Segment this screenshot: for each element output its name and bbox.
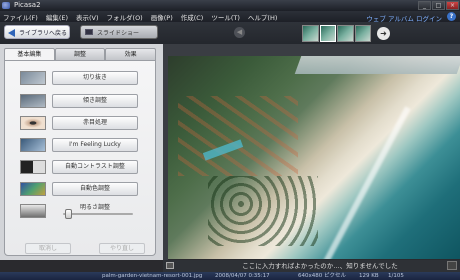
status-dimensions: 640x480 ピクセル: [298, 273, 346, 279]
edit-tabs: 基本編集 調整 効果: [4, 48, 157, 60]
crop-button[interactable]: 切り抜き: [52, 71, 138, 85]
photo-palm-trees: [208, 176, 318, 246]
menu-file[interactable]: ファイル(F): [3, 12, 38, 22]
status-filesize: 129 KB: [359, 273, 379, 279]
feeling-lucky-button[interactable]: I'm Feeling Lucky: [52, 138, 138, 152]
caption-icon: [166, 262, 174, 269]
auto-color-button[interactable]: 自動色調整: [52, 182, 138, 196]
filmstrip-thumbnail[interactable]: [337, 25, 354, 42]
auto-color-row: 自動色調整: [5, 180, 157, 198]
menu-folder[interactable]: フォルダ(O): [107, 12, 143, 22]
caption-text[interactable]: ここに入力すればよかったのか…、知りませんでした: [200, 262, 440, 270]
tab-effects[interactable]: 効果: [105, 48, 157, 60]
basic-fixes-panel: 切り抜き 傾き調整 赤目処理 I'm Feeling Lucky 自動コントラス…: [4, 60, 156, 256]
help-icon[interactable]: ?: [447, 12, 456, 21]
color-icon: [20, 182, 46, 196]
photo-resort-roofs: [178, 96, 298, 176]
menu-bar: ファイル(F) 編集(E) 表示(V) フォルダ(O) 画像(P) 作成(C) …: [0, 11, 460, 23]
fill-light-slider-track[interactable]: [63, 213, 133, 215]
redeye-button[interactable]: 赤目処理: [52, 116, 138, 130]
menu-tools[interactable]: ツール(T): [211, 12, 240, 22]
auto-contrast-row: 自動コントラスト調整: [5, 158, 157, 176]
crop-icon: [20, 71, 46, 85]
menu-edit[interactable]: 編集(E): [46, 12, 68, 22]
undo-button[interactable]: 取消し: [25, 243, 71, 254]
back-to-library-label: ライブラリへ戻る: [19, 29, 68, 37]
arrow-left-icon: [8, 29, 15, 37]
straighten-row: 傾き調整: [5, 92, 157, 110]
slideshow-button[interactable]: スライドショー: [80, 25, 158, 39]
status-date: 2008/04/07 0:35:17: [215, 273, 270, 279]
status-bar: palm-garden-vietnam-resort-001.jpg 2008/…: [0, 272, 460, 280]
status-filename: palm-garden-vietnam-resort-001.jpg: [102, 273, 203, 279]
straighten-icon: [20, 94, 46, 108]
close-button[interactable]: ×: [446, 1, 459, 10]
filmstrip-thumbnail[interactable]: [354, 25, 371, 42]
slideshow-label: スライドショー: [97, 29, 140, 37]
photo-sky-detail: [294, 56, 460, 74]
window-controls: _ □ ×: [418, 1, 459, 10]
straighten-button[interactable]: 傾き調整: [52, 94, 138, 108]
filmstrip-thumbnail-selected[interactable]: [319, 25, 336, 42]
minimize-button[interactable]: _: [418, 1, 431, 10]
filmstrip-thumbnail[interactable]: [302, 25, 319, 42]
lucky-row: I'm Feeling Lucky: [5, 136, 157, 154]
redo-button[interactable]: やり直し: [99, 243, 145, 254]
fill-light-slider-thumb[interactable]: [64, 209, 72, 219]
lucky-icon: [20, 138, 46, 152]
window-title: Picasa2: [14, 1, 41, 9]
caption-close-icon[interactable]: [447, 261, 457, 270]
photo-top-margin: [168, 44, 460, 56]
menu-create[interactable]: 作成(C): [181, 12, 204, 22]
photo-view[interactable]: [168, 56, 460, 259]
tab-basic-fixes[interactable]: 基本編集: [4, 48, 55, 60]
filmstrip: [302, 25, 371, 42]
title-bar: Picasa2 _ □ ×: [0, 0, 460, 11]
fill-light-icon: [20, 204, 46, 218]
contrast-icon: [20, 160, 46, 174]
eye-icon: [20, 116, 46, 130]
photo-surf-line: [311, 106, 411, 259]
auto-contrast-button[interactable]: 自動コントラスト調整: [52, 160, 138, 174]
slideshow-icon: [85, 29, 93, 35]
tab-tuning[interactable]: 調整: [54, 48, 106, 60]
next-photo-button[interactable]: ➜: [377, 27, 390, 40]
maximize-button[interactable]: □: [432, 1, 445, 10]
back-to-library-button[interactable]: ライブラリへ戻る: [4, 25, 70, 39]
status-count: 1/105: [388, 273, 404, 279]
menu-view[interactable]: 表示(V): [76, 12, 99, 22]
previous-photo-button[interactable]: ◀: [234, 27, 245, 38]
crop-row: 切り抜き: [5, 69, 157, 87]
redeye-row: 赤目処理: [5, 114, 157, 132]
fill-light-row: 明るさ調整: [5, 202, 157, 224]
menu-picture[interactable]: 画像(P): [151, 12, 173, 22]
picasa-logo-icon: [2, 2, 10, 9]
menu-help[interactable]: ヘルプ(H): [248, 12, 277, 22]
edit-panel: 基本編集 調整 効果 切り抜き 傾き調整 赤目処理 I'm Feeling Lu…: [0, 44, 163, 260]
